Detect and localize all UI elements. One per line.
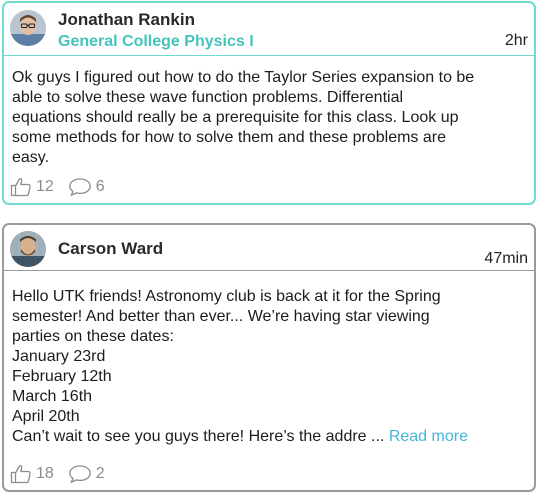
post-feed: Jonathan Rankin General College Physics … bbox=[0, 0, 540, 494]
truncated-text: Can’t wait to see you guys there! Here’s… bbox=[12, 428, 385, 445]
course-link[interactable]: General College Physics I bbox=[58, 33, 254, 51]
body-line-truncated: Can’t wait to see you guys there! Here’s… bbox=[12, 427, 526, 447]
user-avatar-icon bbox=[10, 231, 46, 267]
post-timestamp: 47min bbox=[484, 250, 528, 267]
like-button[interactable]: 18 bbox=[10, 464, 54, 484]
like-count: 18 bbox=[36, 465, 54, 482]
thumbs-up-icon bbox=[10, 465, 31, 484]
post-body: Ok guys I figured out how to do the Tayl… bbox=[4, 56, 534, 168]
body-line: easy. bbox=[12, 149, 50, 166]
body-line: parties on these dates: bbox=[12, 328, 174, 345]
body-line: semester! And better than ever... We’re … bbox=[12, 308, 430, 325]
body-line: Ok guys I figured out how to do the Tayl… bbox=[12, 69, 475, 86]
body-line: March 16th bbox=[12, 388, 93, 405]
post-card[interactable]: Jonathan Rankin General College Physics … bbox=[2, 1, 536, 205]
body-line: equations should really be a prerequisit… bbox=[12, 109, 459, 126]
comment-button[interactable]: 2 bbox=[68, 464, 105, 484]
body-line: April 20th bbox=[12, 408, 80, 425]
comment-button[interactable]: 6 bbox=[68, 177, 105, 197]
author-name[interactable]: Carson Ward bbox=[58, 239, 163, 259]
comment-count: 6 bbox=[95, 178, 105, 195]
user-avatar-icon bbox=[10, 10, 46, 46]
body-line: Hello UTK friends! Astronomy club is bac… bbox=[12, 288, 441, 305]
post-body: Hello UTK friends! Astronomy club is bac… bbox=[4, 271, 534, 447]
post-actions: 12 6 bbox=[10, 177, 119, 197]
post-timestamp: 2hr bbox=[504, 32, 528, 49]
body-line: January 23rd bbox=[12, 348, 106, 365]
post-header: Jonathan Rankin General College Physics … bbox=[4, 3, 534, 56]
body-line: some methods for how to solve them and t… bbox=[12, 129, 446, 146]
read-more-link[interactable]: Read more bbox=[389, 428, 468, 445]
speech-bubble-icon bbox=[68, 178, 91, 196]
comment-count: 2 bbox=[95, 465, 105, 482]
body-line: able to solve these wave function proble… bbox=[12, 89, 404, 106]
like-count: 12 bbox=[36, 178, 54, 195]
post-card[interactable]: Carson Ward 47min Hello UTK friends! Ast… bbox=[2, 223, 536, 492]
speech-bubble-icon bbox=[68, 465, 91, 483]
post-header: Carson Ward 47min bbox=[4, 225, 534, 271]
post-actions: 18 2 bbox=[10, 464, 119, 484]
author-name[interactable]: Jonathan Rankin bbox=[58, 10, 195, 30]
avatar[interactable] bbox=[10, 231, 46, 267]
avatar[interactable] bbox=[10, 10, 46, 46]
like-button[interactable]: 12 bbox=[10, 177, 54, 197]
thumbs-up-icon bbox=[10, 178, 31, 197]
body-line: February 12th bbox=[12, 368, 112, 385]
